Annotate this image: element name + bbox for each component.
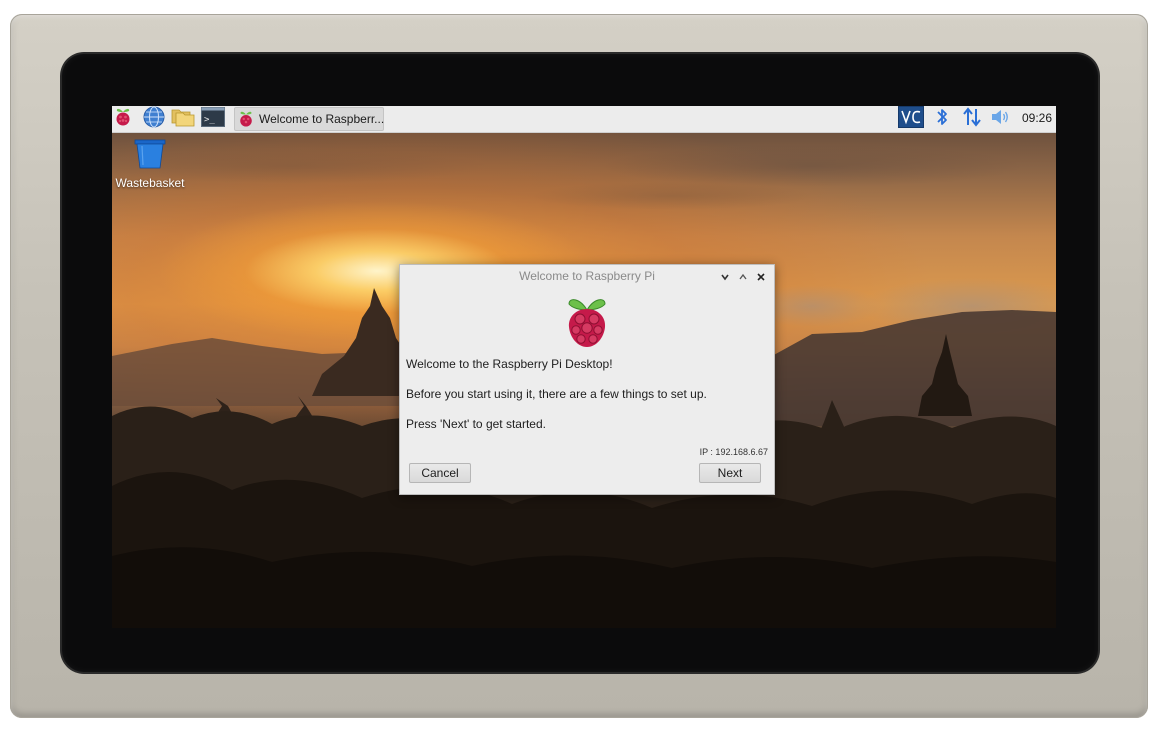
screen: >_ Welcome to Raspberr... 09:26 Wastebas… <box>112 106 1056 628</box>
globe-browser-icon <box>143 106 165 132</box>
close-button[interactable] <box>754 269 768 283</box>
vnc-server-button[interactable] <box>898 106 924 132</box>
raspberry-pi-logo <box>564 295 610 349</box>
terminal-icon: >_ <box>201 107 225 131</box>
close-icon <box>756 267 766 286</box>
speaker-volume-icon <box>990 108 1010 130</box>
bluetooth-icon <box>935 107 949 131</box>
raspberry-pi-app-icon <box>238 110 254 128</box>
setup-intro-text: Before you start using it, there are a f… <box>406 387 707 401</box>
next-button[interactable]: Next <box>699 463 761 483</box>
maximize-button[interactable] <box>736 269 750 283</box>
welcome-dialog: Welcome to Raspberry Pi Welcome to the R… <box>399 264 775 495</box>
applications-menu-button[interactable] <box>113 107 133 131</box>
taskbar: >_ Welcome to Raspberr... 09:26 <box>112 106 1056 133</box>
svg-text:>_: >_ <box>204 115 215 125</box>
folders-icon <box>171 107 195 131</box>
clock[interactable]: 09:26 <box>1022 111 1052 125</box>
instruction-text: Press 'Next' to get started. <box>406 417 546 431</box>
chevron-up-icon <box>738 267 748 286</box>
ip-address-label: IP : 192.168.6.67 <box>699 447 768 457</box>
terminal-button[interactable]: >_ <box>200 107 226 131</box>
minimize-button[interactable] <box>718 269 732 283</box>
wastebasket-desktop-icon[interactable]: Wastebasket <box>114 138 186 190</box>
taskbar-item-welcome[interactable]: Welcome to Raspberr... <box>234 107 384 131</box>
raspberry-pi-menu-icon <box>114 107 132 131</box>
cancel-button[interactable]: Cancel <box>409 463 471 483</box>
web-browser-button[interactable] <box>142 106 166 132</box>
bluetooth-button[interactable] <box>932 107 952 131</box>
network-button[interactable] <box>960 107 984 131</box>
welcome-heading: Welcome to the Raspberry Pi Desktop! <box>406 357 613 371</box>
volume-button[interactable] <box>989 107 1011 131</box>
wastebasket-icon <box>133 138 167 174</box>
wastebasket-label: Wastebasket <box>115 176 185 190</box>
chevron-down-icon <box>720 267 730 286</box>
network-arrows-icon <box>961 107 983 131</box>
file-manager-button[interactable] <box>170 107 196 131</box>
dialog-titlebar[interactable]: Welcome to Raspberry Pi <box>400 265 774 287</box>
vnc-icon <box>898 106 924 132</box>
taskbar-item-label: Welcome to Raspberr... <box>259 112 385 126</box>
